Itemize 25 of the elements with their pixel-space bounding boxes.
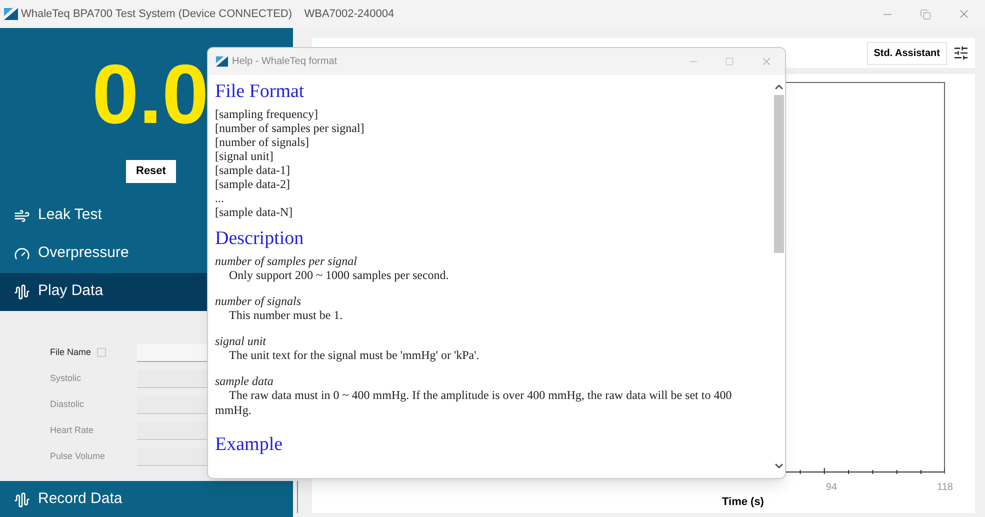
term-text: signal unit: [215, 334, 266, 348]
axis-tick-label: 94: [826, 482, 838, 494]
format-line: [sample data-N]: [215, 205, 293, 219]
format-line: [sample data-1]: [215, 163, 290, 177]
format-line: [signal unit]: [215, 149, 274, 163]
field-label: Systolic: [50, 372, 82, 385]
definition-text: The raw data must in 0 ~ 400 mmHg. If the amplitude is over 400 mmHg, the raw data will be set to 400 mmHg.: [215, 388, 733, 418]
axis-tick-label: 118: [937, 482, 953, 494]
help-heading: File Format: [215, 81, 304, 103]
field-label: Heart Rate: [50, 424, 94, 437]
axis-title: Time (s): [722, 496, 765, 509]
term-text: sample data: [215, 374, 274, 388]
definition-text: The unit text for the signal must be 'mmHg' or 'kPa'.: [228, 348, 480, 363]
help-heading: Example: [215, 434, 283, 456]
format-line: [number of samples per signal]: [215, 121, 364, 135]
field-label: Pulse Volume: [50, 450, 106, 463]
format-line: [number of signals]: [215, 135, 309, 149]
field-label: Diastolic: [50, 398, 84, 411]
dialog-title: Help - WhaleTeq format: [232, 55, 338, 69]
format-line: [sample data-2]: [215, 177, 290, 191]
field-label: File Name: [50, 346, 92, 359]
format-line: [sampling frequency]: [215, 107, 318, 121]
window-title: WhaleTeq BPA700 Test System (Device CONNECTED) WBA7002-240004: [21, 6, 394, 22]
pressure-display: 0.0: [92, 46, 209, 143]
definition-text: This number must be 1.: [228, 308, 344, 323]
